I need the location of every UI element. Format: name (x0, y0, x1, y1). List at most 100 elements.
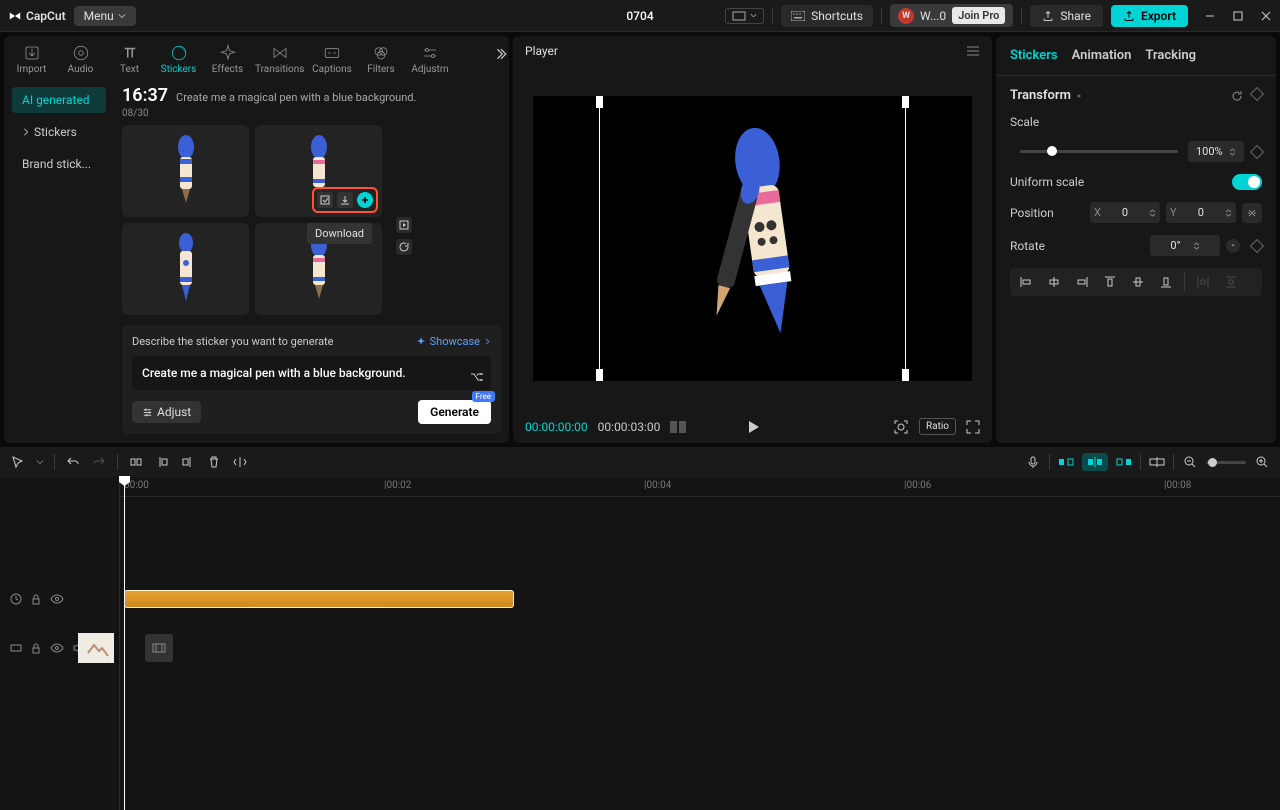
position-y-input[interactable]: Y0 (1166, 202, 1236, 223)
sticker-result-2[interactable]: Download (255, 125, 382, 217)
shuffle-icon[interactable] (469, 370, 483, 384)
cursor-tool-icon[interactable] (10, 454, 26, 470)
sidebar-item-ai-generated[interactable]: AI generated (12, 87, 106, 113)
export-button[interactable]: Export (1111, 5, 1188, 27)
mirror-icon[interactable] (232, 454, 248, 470)
rotate-keyframe-icon[interactable] (1250, 238, 1264, 252)
tab-stickers-props[interactable]: Stickers (1010, 48, 1058, 63)
mic-icon[interactable] (1025, 454, 1041, 470)
timeline-ruler[interactable]: 00:00 |00:02 |00:04 |00:06 |00:08 (120, 477, 1280, 497)
join-pro-badge[interactable]: Join Pro (952, 7, 1005, 24)
adjust-button[interactable]: Adjust (132, 401, 201, 423)
crop-handle-right[interactable] (905, 96, 906, 381)
shortcuts-button[interactable]: Shortcuts (781, 5, 873, 27)
tab-animation[interactable]: Animation (1072, 48, 1132, 63)
zoom-out-icon[interactable] (1182, 454, 1198, 470)
add-icon[interactable] (357, 192, 373, 208)
align-top-icon[interactable] (1098, 272, 1122, 292)
lock-icon[interactable] (30, 593, 42, 605)
magnet-center-icon[interactable] (1082, 453, 1108, 471)
sticker-track[interactable] (120, 587, 1280, 611)
menu-button[interactable]: Menu (74, 6, 136, 26)
lock-icon[interactable] (30, 642, 42, 654)
close-button[interactable] (1260, 10, 1272, 22)
ratio-button[interactable]: Ratio (919, 418, 956, 435)
video-clip-placeholder[interactable] (145, 634, 173, 662)
fullscreen-icon[interactable] (966, 420, 980, 434)
delete-icon[interactable] (206, 454, 222, 470)
download-icon[interactable] (337, 192, 353, 208)
prompt-input[interactable]: Create me a magical pen with a blue back… (132, 356, 491, 390)
preview-canvas[interactable] (533, 96, 972, 381)
edit-icon[interactable] (317, 192, 333, 208)
chevron-down-icon[interactable] (36, 458, 44, 466)
align-left-icon[interactable] (1014, 272, 1038, 292)
play-button[interactable] (746, 420, 760, 434)
tab-text[interactable]: Text (106, 40, 153, 79)
tab-captions[interactable]: Captions (308, 40, 355, 79)
generate-button[interactable]: Generate (418, 400, 491, 424)
aspect-badge[interactable] (725, 8, 764, 24)
magnet-right-icon[interactable] (1116, 454, 1132, 470)
scale-slider[interactable] (1020, 150, 1178, 153)
eye-icon[interactable] (50, 594, 64, 604)
redo-icon[interactable] (91, 454, 107, 470)
split-icon[interactable] (128, 454, 144, 470)
reset-icon[interactable] (1230, 89, 1244, 103)
tab-stickers[interactable]: Stickers (155, 40, 202, 79)
keyframe-icon[interactable] (1250, 86, 1264, 100)
sticker-result-1[interactable] (122, 125, 249, 217)
split-left-icon[interactable] (154, 454, 170, 470)
scale-value[interactable]: 100% (1188, 141, 1244, 162)
preview-track-icon[interactable] (1149, 454, 1165, 470)
eye-icon[interactable] (50, 643, 64, 653)
clock-icon[interactable] (10, 593, 22, 605)
preview-sticker[interactable] (693, 128, 813, 348)
align-center-h-icon[interactable] (1042, 272, 1066, 292)
magnet-left-icon[interactable] (1058, 454, 1074, 470)
showcase-button[interactable]: Showcase (416, 335, 491, 348)
tab-import[interactable]: Import (8, 40, 55, 79)
distribute-h-icon[interactable] (1191, 272, 1215, 292)
compare-icon[interactable] (670, 421, 686, 433)
maximize-button[interactable] (1232, 10, 1244, 22)
align-right-icon[interactable] (1070, 272, 1094, 292)
position-link-icon[interactable] (1242, 203, 1262, 223)
zoom-in-icon[interactable] (1254, 454, 1270, 470)
sidebar-item-brand[interactable]: Brand stick... (12, 151, 106, 177)
undo-icon[interactable] (65, 454, 81, 470)
align-bottom-icon[interactable] (1154, 272, 1178, 292)
video-thumbnail[interactable] (78, 633, 114, 663)
video-track-icon[interactable] (10, 642, 22, 654)
share-button[interactable]: Share (1030, 5, 1103, 27)
tab-adjustment[interactable]: Adjustm (406, 40, 453, 79)
sticker-result-3[interactable] (122, 223, 249, 315)
sidebar-item-stickers[interactable]: Stickers (12, 119, 106, 145)
position-x-input[interactable]: X0 (1090, 202, 1160, 223)
rotate-reset-icon[interactable]: - (1226, 239, 1240, 253)
split-right-icon[interactable] (180, 454, 196, 470)
refresh-icon[interactable] (396, 239, 412, 255)
sticker-clip[interactable] (124, 590, 514, 608)
timeline-body[interactable]: 00:00 |00:02 |00:04 |00:06 |00:08 (120, 477, 1280, 810)
regenerate-icon[interactable] (396, 217, 412, 233)
user-badge[interactable]: W W...0 Join Pro (890, 4, 1013, 27)
tab-audio[interactable]: Audio (57, 40, 104, 79)
rotate-input[interactable]: 0° (1150, 235, 1220, 256)
tabs-more-button[interactable] (495, 48, 507, 60)
scan-icon[interactable] (893, 419, 909, 435)
minimize-button[interactable] (1204, 10, 1216, 22)
video-track[interactable] (120, 625, 1280, 671)
crop-handle-left[interactable] (599, 96, 600, 381)
scale-keyframe-icon[interactable] (1250, 144, 1264, 158)
tab-transitions[interactable]: Transitions (253, 40, 306, 79)
playhead[interactable] (124, 477, 125, 810)
player-menu-icon[interactable] (966, 45, 980, 57)
tab-effects[interactable]: Effects (204, 40, 251, 79)
align-center-v-icon[interactable] (1126, 272, 1150, 292)
tab-filters[interactable]: Filters (357, 40, 404, 79)
zoom-slider[interactable] (1206, 461, 1246, 464)
tab-tracking[interactable]: Tracking (1145, 48, 1196, 63)
distribute-v-icon[interactable] (1219, 272, 1243, 292)
uniform-scale-toggle[interactable] (1232, 174, 1262, 190)
